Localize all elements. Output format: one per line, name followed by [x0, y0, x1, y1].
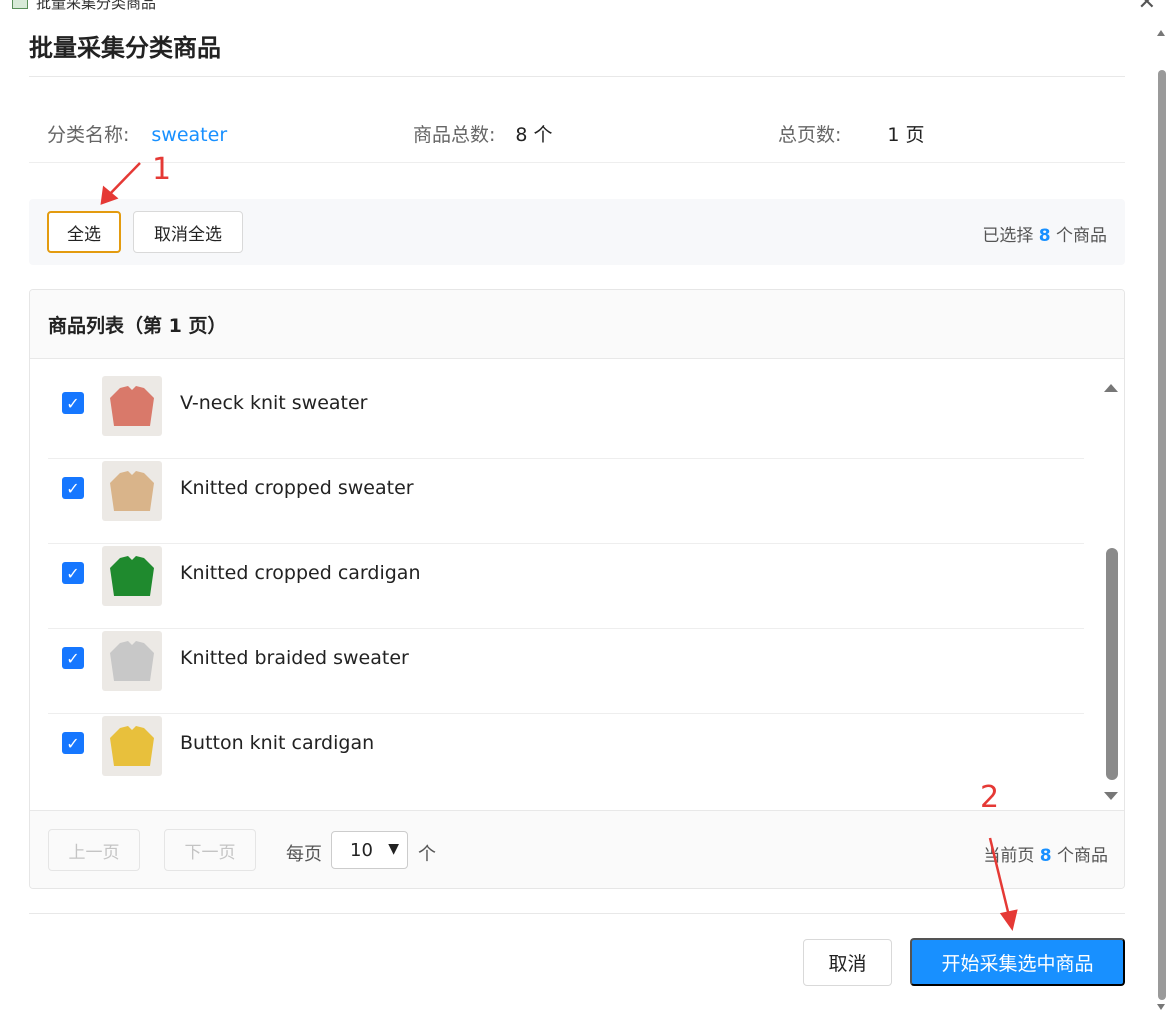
pages-info: 总页数: 1 页	[778, 120, 925, 147]
product-name: Knitted cropped cardigan	[180, 562, 421, 584]
product-name: Knitted cropped sweater	[180, 477, 414, 499]
selected-prefix: 已选择	[982, 226, 1034, 246]
next-page-button[interactable]: 下一页	[164, 829, 256, 871]
dialog-title: 批量采集分类商品	[29, 34, 221, 62]
category-info: 分类名称: sweater	[47, 120, 227, 147]
selected-suffix: 个商品	[1056, 226, 1107, 246]
cancel-button[interactable]: 取消	[803, 939, 892, 986]
product-rows[interactable]: ✓ V-neck knit sweater ✓ Knitted cropped …	[48, 374, 1084, 799]
chevron-down-icon: ▼	[388, 841, 399, 857]
annotation-marker-1: 1	[152, 152, 172, 187]
deselect-all-button[interactable]: 取消全选	[133, 211, 243, 253]
divider	[29, 76, 1125, 77]
start-collect-button[interactable]: 开始采集选中商品	[910, 938, 1125, 986]
product-thumbnail	[102, 716, 162, 776]
window-title: 批量采集分类商品	[36, 0, 157, 12]
per-page-label: 每页	[286, 844, 322, 865]
per-page-unit: 个	[418, 844, 436, 865]
product-thumbnail	[102, 376, 162, 436]
current-suffix: 个商品	[1057, 846, 1108, 866]
divider	[29, 913, 1125, 914]
product-name: Button knit cardigan	[180, 732, 375, 754]
product-thumbnail	[102, 546, 162, 606]
selected-count-info: 已选择 8 个商品	[982, 221, 1107, 246]
checkbox[interactable]: ✓	[62, 477, 84, 499]
per-page-value: 10	[350, 839, 373, 861]
selection-toolbar: 全选 取消全选 已选择 8 个商品	[29, 199, 1125, 265]
list-item[interactable]: ✓ Button knit cardigan	[48, 714, 1084, 799]
list-item[interactable]: ✓ V-neck knit sweater	[48, 374, 1084, 459]
product-thumbnail	[102, 461, 162, 521]
selected-count: 8	[1038, 226, 1051, 246]
divider	[29, 162, 1125, 163]
pagination-bar: 上一页 下一页 每页 10 ▼ 个 当前页 8 个商品	[30, 810, 1124, 888]
list-scrollbar[interactable]	[1106, 548, 1118, 780]
list-item[interactable]: ✓ Knitted cropped cardigan	[48, 544, 1084, 629]
list-header: 商品列表（第 1 页）	[30, 290, 1124, 359]
checkbox[interactable]: ✓	[62, 392, 84, 414]
checkbox[interactable]: ✓	[62, 647, 84, 669]
category-value[interactable]: sweater	[151, 124, 227, 146]
list-item[interactable]: ✓ Knitted braided sweater	[48, 629, 1084, 714]
window-scrollbar[interactable]	[1158, 70, 1166, 1000]
product-name: Knitted braided sweater	[180, 647, 409, 669]
annotation-marker-2: 2	[980, 780, 1000, 815]
pages-label: 总页数:	[778, 124, 842, 146]
product-thumbnail	[102, 631, 162, 691]
window-scroll-down-icon[interactable]	[1157, 1004, 1165, 1010]
close-icon[interactable]: ✕	[1138, 0, 1156, 15]
arrow-icon	[100, 162, 141, 205]
current-count: 8	[1039, 846, 1052, 866]
product-list-panel: 商品列表（第 1 页） ✓ V-neck knit sweater ✓ Knit…	[29, 289, 1125, 889]
pages-value: 1 页	[887, 124, 925, 146]
window-scroll-up-icon[interactable]	[1157, 30, 1165, 36]
total-label: 商品总数:	[413, 124, 496, 146]
prev-page-button[interactable]: 上一页	[48, 829, 140, 871]
app-icon	[12, 0, 28, 9]
current-page-info: 当前页 8 个商品	[983, 841, 1108, 866]
select-all-button[interactable]: 全选	[47, 211, 121, 253]
total-value: 8 个	[515, 124, 553, 146]
product-name: V-neck knit sweater	[180, 392, 368, 414]
total-info: 商品总数: 8 个	[413, 120, 553, 147]
current-prefix: 当前页	[983, 846, 1035, 866]
scroll-down-icon[interactable]	[1104, 792, 1118, 800]
list-item[interactable]: ✓ Knitted cropped sweater	[48, 459, 1084, 544]
checkbox[interactable]: ✓	[62, 562, 84, 584]
window-title-bar: 批量采集分类商品	[12, 0, 156, 13]
per-page-select[interactable]: 10 ▼	[331, 831, 408, 869]
scroll-up-icon[interactable]	[1104, 384, 1118, 392]
checkbox[interactable]: ✓	[62, 732, 84, 754]
category-label: 分类名称:	[47, 124, 130, 146]
